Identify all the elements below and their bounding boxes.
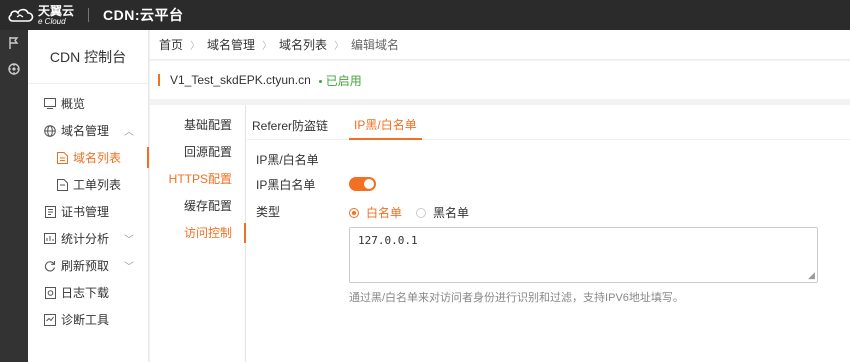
subnav-access-control[interactable]: 访问控制 [150,219,246,246]
logo-text-cn: 天翼云 [38,3,75,18]
sidebar-item-label: 刷新预取 [61,259,110,273]
sidebar-item-log-download[interactable]: 日志下载 [28,279,148,306]
breadcrumb-domain-list[interactable]: 域名列表 [279,36,327,53]
sidebar-item-ticket-list[interactable]: 工单列表 [28,171,148,198]
section-title: IP黑/白名单 [256,153,319,167]
sidebar-item-refresh-prefetch[interactable]: 刷新预取 ﹀ [28,252,148,279]
radio-whitelist-label: 白名单 [366,206,403,220]
subnav-origin-config[interactable]: 回源配置 [150,138,245,165]
console-title: CDN 控制台 [28,30,148,84]
sidebar-item-label: 证书管理 [61,205,110,219]
brand-logo[interactable]: 天翼云 e Cloud [6,0,74,30]
radio-blacklist-label: 黑名单 [433,206,470,220]
breadcrumb: 首页 〉 域名管理 〉 域名列表 〉 编辑域名 [150,30,850,60]
certificate-icon [44,205,56,218]
tab-referer[interactable]: Referer防盗链 [247,111,333,140]
subnav-basic-config[interactable]: 基础配置 [150,111,245,138]
accent-bar [158,74,160,86]
sidebar-item-overview[interactable]: 概览 [28,90,148,117]
domain-name: V1_Test_skdEPK.ctyun.cn [170,73,311,87]
dashboard-icon[interactable] [0,56,28,82]
icon-rail [0,30,28,362]
toggle-label: IP黑白名单 [256,178,316,192]
logo-divider [88,8,90,22]
sidebar-item-certificates[interactable]: 证书管理 [28,198,148,225]
breadcrumb-home[interactable]: 首页 [159,36,183,53]
radio-unchecked-icon [416,207,426,218]
sidebar-item-label: 域名列表 [73,151,122,165]
sidebar: CDN 控制台 概览 域名管理 ︿ 域名列表 工单列表 证书管理 统计分析 ﹀ … [28,30,149,362]
breadcrumb-domain-management[interactable]: 域名管理 [207,36,255,53]
logo-text-en: e Cloud [38,16,66,26]
sidebar-item-diagnostics[interactable]: 诊断工具 [28,306,148,333]
chevron-down-icon: ﹀ [124,235,134,246]
chevron-right-icon: 〉 [334,41,345,52]
sidebar-item-label: 工单列表 [73,178,122,192]
sidebar-item-label: 诊断工具 [61,313,110,327]
config-subnav: 基础配置 回源配置 HTTPS配置 缓存配置 访问控制 [150,105,246,362]
document-icon [56,151,68,164]
chevron-up-icon: ︿ [124,127,134,138]
sidebar-item-domain-management[interactable]: 域名管理 ︿ [28,117,148,144]
status-dot-icon [318,79,322,83]
ip-list-toggle[interactable] [349,177,376,191]
sidebar-item-label: 域名管理 [61,124,110,138]
chart-icon [44,233,56,245]
log-icon [44,286,56,299]
chevron-down-icon: ﹀ [124,262,134,273]
chevron-right-icon: 〉 [190,41,201,52]
globe-icon [44,124,56,137]
product-name: CDN:云平台 [103,7,184,23]
type-label: 类型 [256,205,281,219]
subnav-cache-config[interactable]: 缓存配置 [150,192,245,219]
sidebar-item-label: 概览 [61,97,86,111]
ip-list-textarea[interactable]: 127.0.0.1 [349,227,818,283]
breadcrumb-edit-domain: 编辑域名 [351,38,400,52]
subnav-https-config[interactable]: HTTPS配置 [150,165,245,192]
overview-icon [44,98,56,110]
chevron-right-icon: 〉 [262,41,273,52]
sidebar-item-label: 日志下载 [61,286,110,300]
sidebar-item-statistics[interactable]: 统计分析 ﹀ [28,225,148,252]
access-control-tabs: Referer防盗链 IP黑/白名单 [247,111,850,140]
sidebar-item-label: 统计分析 [61,232,110,246]
radio-blacklist[interactable]: 黑名单 [416,204,469,221]
radio-whitelist[interactable]: 白名单 [349,204,402,221]
refresh-icon [44,260,56,272]
toggle-knob [364,179,374,189]
config-panel: 基础配置 回源配置 HTTPS配置 缓存配置 访问控制 Referer防盗链 I… [150,105,850,362]
diagnose-icon [44,313,56,326]
status-badge: 已启用 [318,72,362,89]
domain-header: V1_Test_skdEPK.ctyun.cn 已启用 [150,61,850,99]
cloud-logo-icon [6,4,36,26]
status-text: 已启用 [325,73,362,88]
top-bar: 天翼云 e Cloud CDN:云平台 [0,0,850,30]
flag-icon[interactable] [0,30,28,56]
tab-ip-list[interactable]: IP黑/白名单 [349,111,422,140]
ticket-icon [56,178,68,191]
help-text: 通过黑/白名单来对访问者身份进行识别和过滤，支持IPV6地址填写。 [349,292,684,304]
radio-checked-icon [349,207,359,218]
sidebar-item-domain-list[interactable]: 域名列表 [28,144,149,171]
